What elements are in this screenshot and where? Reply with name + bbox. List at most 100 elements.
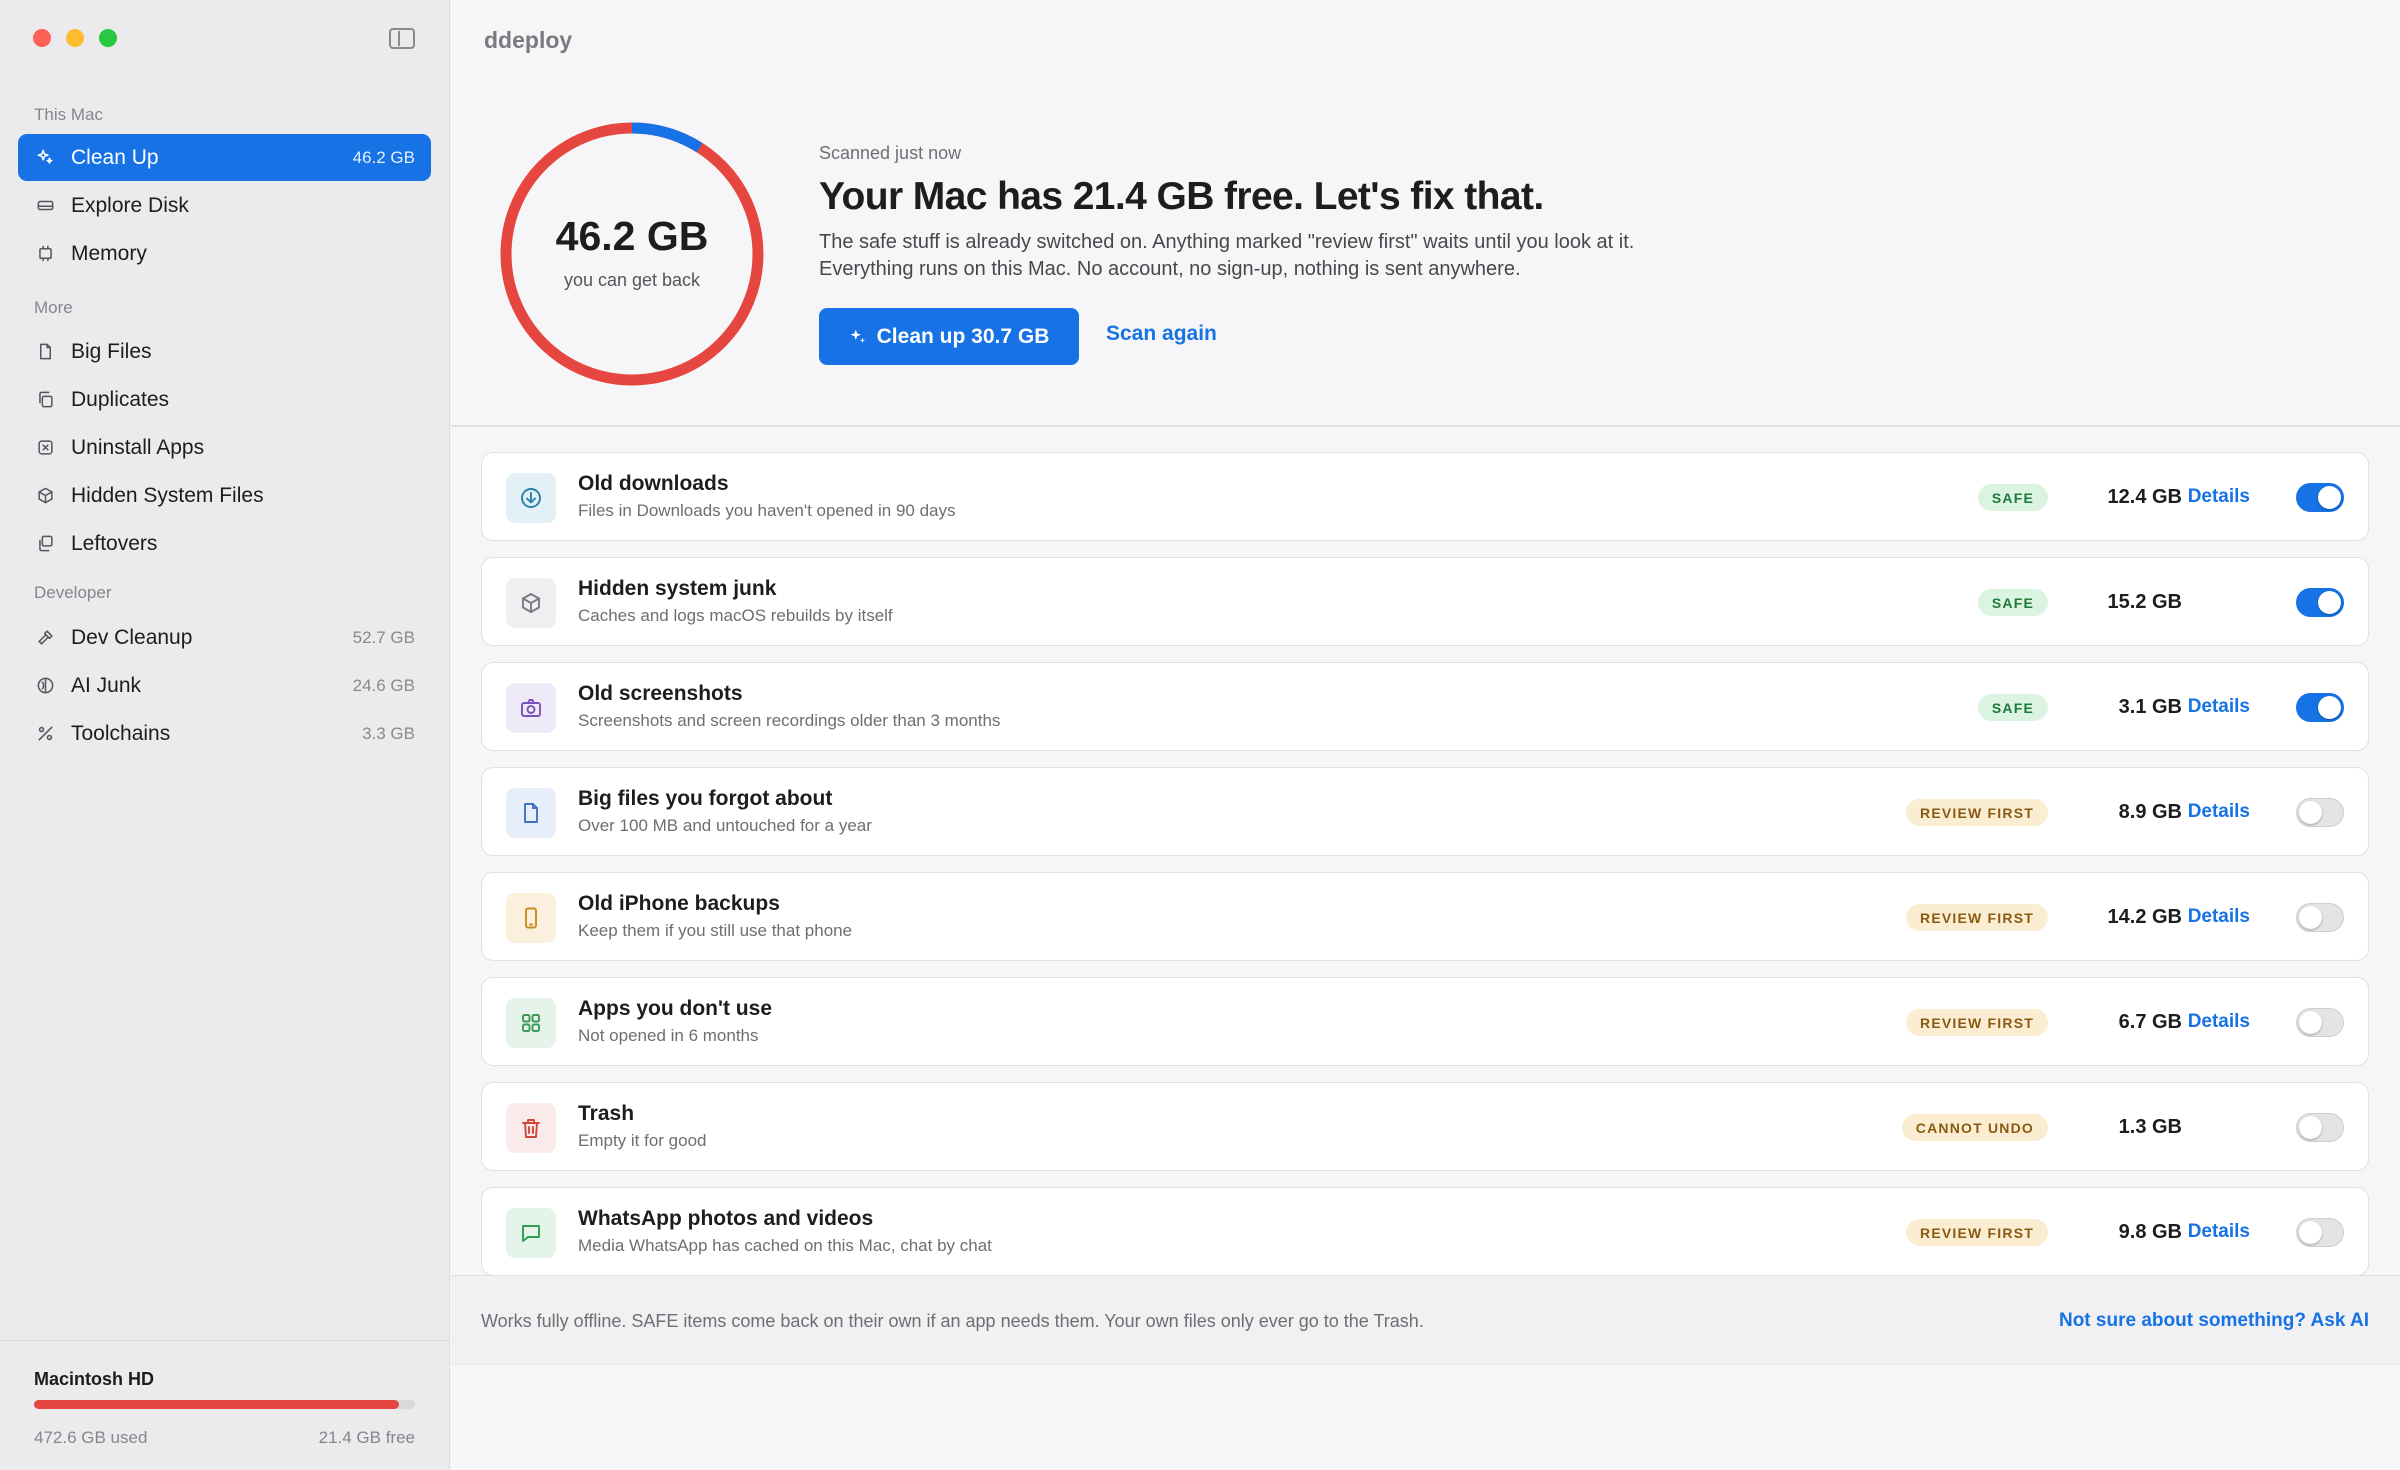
disk-name: Macintosh HD bbox=[34, 1369, 155, 1389]
item-size: 9.8 GB bbox=[2118, 1221, 2182, 1243]
sidebar-item-big-files[interactable]: Big Files bbox=[18, 328, 431, 375]
item-status-badge: REVIEW FIRST bbox=[1906, 1219, 2048, 1246]
sidebar-item-memory[interactable]: Memory bbox=[18, 230, 431, 277]
scan-status: Scanned just now bbox=[819, 143, 962, 163]
cleanup-item-card: Apps you don't use Not opened in 6 month… bbox=[481, 977, 2369, 1066]
sidebar-item-label: Toolchains bbox=[71, 721, 171, 745]
item-size: 12.4 GB bbox=[2107, 486, 2182, 508]
scan-again-button[interactable]: Scan again bbox=[1106, 322, 1217, 346]
disk-free-label: 21.4 GB free bbox=[318, 1428, 415, 1447]
sidebar-section-header: More bbox=[34, 298, 73, 317]
item-size: 3.1 GB bbox=[2118, 696, 2182, 718]
sidebar-item-uninstall-apps[interactable]: Uninstall Apps bbox=[18, 424, 431, 471]
item-details-link[interactable]: Details bbox=[2188, 696, 2250, 718]
chat-bubble-icon bbox=[506, 1208, 556, 1258]
sidebar-item-size: 3.3 GB bbox=[362, 723, 415, 743]
item-details-link[interactable]: Details bbox=[2188, 486, 2250, 508]
page-headline: Your Mac has 21.4 GB free. Let's fix tha… bbox=[819, 175, 1544, 218]
item-toggle[interactable] bbox=[2296, 798, 2344, 827]
item-size: 8.9 GB bbox=[2118, 801, 2182, 823]
camera-icon bbox=[506, 683, 556, 733]
memory-chip-icon bbox=[35, 244, 55, 264]
sidebar-item-ai-junk[interactable]: AI Junk 24.6 GB bbox=[18, 662, 431, 709]
document-icon bbox=[35, 342, 55, 362]
minimize-window-button[interactable] bbox=[66, 29, 84, 47]
item-subtitle: Keep them if you still use that phone bbox=[578, 921, 853, 940]
disk-usage-bar bbox=[34, 1400, 415, 1409]
item-size: 6.7 GB bbox=[2118, 1011, 2182, 1033]
cleanup-item-card: Big files you forgot about Over 100 MB a… bbox=[481, 767, 2369, 856]
item-status-badge: REVIEW FIRST bbox=[1906, 904, 2048, 931]
sidebar-item-clean-up[interactable]: Clean Up 46.2 GB bbox=[18, 134, 431, 181]
sidebar-item-explore-disk[interactable]: Explore Disk bbox=[18, 182, 431, 229]
item-subtitle: Over 100 MB and untouched for a year bbox=[578, 816, 872, 835]
sparkles-icon bbox=[35, 148, 55, 168]
cleanup-item-card: Old iPhone backups Keep them if you stil… bbox=[481, 872, 2369, 961]
cube-icon bbox=[506, 578, 556, 628]
cleanup-item-card: Trash Empty it for good CANNOT UNDO 1.3 … bbox=[481, 1082, 2369, 1171]
item-status-badge: SAFE bbox=[1977, 694, 2048, 721]
item-title: Old screenshots bbox=[578, 682, 743, 705]
zoom-window-button[interactable] bbox=[99, 29, 117, 47]
clean-up-button[interactable]: Clean up 30.7 GB bbox=[819, 308, 1079, 365]
sidebar-toggle-icon[interactable] bbox=[389, 28, 415, 49]
xmark-square-icon bbox=[35, 438, 55, 458]
item-toggle[interactable] bbox=[2296, 693, 2344, 722]
item-title: Hidden system junk bbox=[578, 577, 777, 600]
sidebar-item-label: Clean Up bbox=[71, 145, 159, 169]
sidebar-item-dev-cleanup[interactable]: Dev Cleanup 52.7 GB bbox=[18, 614, 431, 661]
hero-description-line1: The safe stuff is already switched on. A… bbox=[819, 231, 1635, 253]
item-details-link[interactable]: Details bbox=[2188, 906, 2250, 928]
hammer-icon bbox=[35, 628, 55, 648]
toggle-knob bbox=[2318, 591, 2341, 614]
sidebar-item-leftovers[interactable]: Leftovers bbox=[18, 520, 431, 567]
cleanup-item-card: Old screenshots Screenshots and screen r… bbox=[481, 662, 2369, 751]
item-details-link[interactable]: Details bbox=[2188, 1011, 2250, 1033]
sidebar-item-label: Hidden System Files bbox=[71, 483, 264, 507]
reclaimable-caption: you can get back bbox=[563, 270, 701, 290]
disk-usage-panel: Macintosh HD 472.6 GB used 21.4 GB free bbox=[0, 1340, 450, 1470]
window-controls bbox=[33, 29, 117, 47]
download-icon bbox=[506, 473, 556, 523]
toggle-knob bbox=[2299, 801, 2322, 824]
toggle-knob bbox=[2318, 696, 2341, 719]
item-details-link[interactable]: Details bbox=[2188, 1221, 2250, 1243]
cleanup-item-card: WhatsApp photos and videos Media WhatsAp… bbox=[481, 1187, 2369, 1276]
cleanup-item-card: Old downloads Files in Downloads you hav… bbox=[481, 452, 2369, 541]
iphone-icon bbox=[506, 893, 556, 943]
close-window-button[interactable] bbox=[33, 29, 51, 47]
trash-icon bbox=[506, 1103, 556, 1153]
sidebar-item-label: Big Files bbox=[71, 339, 152, 363]
toggle-knob bbox=[2299, 1116, 2322, 1139]
cube-icon bbox=[35, 486, 55, 506]
item-title: Apps you don't use bbox=[578, 997, 772, 1020]
wrench-screwdriver-icon bbox=[35, 724, 55, 744]
sidebar-item-toolchains[interactable]: Toolchains 3.3 GB bbox=[18, 710, 431, 757]
item-status-badge: SAFE bbox=[1977, 484, 2048, 511]
sidebar-item-hidden-system-files[interactable]: Hidden System Files bbox=[18, 472, 431, 519]
sidebar-item-label: Leftovers bbox=[71, 531, 158, 555]
item-title: Old iPhone backups bbox=[578, 892, 780, 915]
item-toggle[interactable] bbox=[2296, 483, 2344, 512]
item-subtitle: Empty it for good bbox=[578, 1131, 707, 1150]
item-toggle[interactable] bbox=[2296, 1218, 2344, 1247]
leftovers-icon bbox=[35, 534, 55, 554]
item-status-badge: CANNOT UNDO bbox=[1901, 1114, 2048, 1141]
sidebar-item-size: 46.2 GB bbox=[352, 147, 415, 167]
item-status-badge: REVIEW FIRST bbox=[1906, 1009, 2048, 1036]
ask-ai-link[interactable]: Not sure about something? Ask AI bbox=[2059, 1310, 2369, 1332]
item-toggle[interactable] bbox=[2296, 588, 2344, 617]
item-toggle[interactable] bbox=[2296, 903, 2344, 932]
reclaimable-value: 46.2 GB bbox=[555, 213, 709, 259]
item-toggle[interactable] bbox=[2296, 1113, 2344, 1142]
item-subtitle: Screenshots and screen recordings older … bbox=[578, 711, 1001, 730]
sidebar-item-duplicates[interactable]: Duplicates bbox=[18, 376, 431, 423]
item-subtitle: Media WhatsApp has cached on this Mac, c… bbox=[578, 1236, 992, 1255]
toggle-knob bbox=[2299, 906, 2322, 929]
item-details-link[interactable]: Details bbox=[2188, 801, 2250, 823]
item-toggle[interactable] bbox=[2296, 1008, 2344, 1037]
sidebar-section-header: This Mac bbox=[34, 105, 103, 124]
item-subtitle: Not opened in 6 months bbox=[578, 1026, 759, 1045]
item-title: Trash bbox=[578, 1102, 635, 1125]
window-title: ddeploy bbox=[484, 27, 573, 53]
